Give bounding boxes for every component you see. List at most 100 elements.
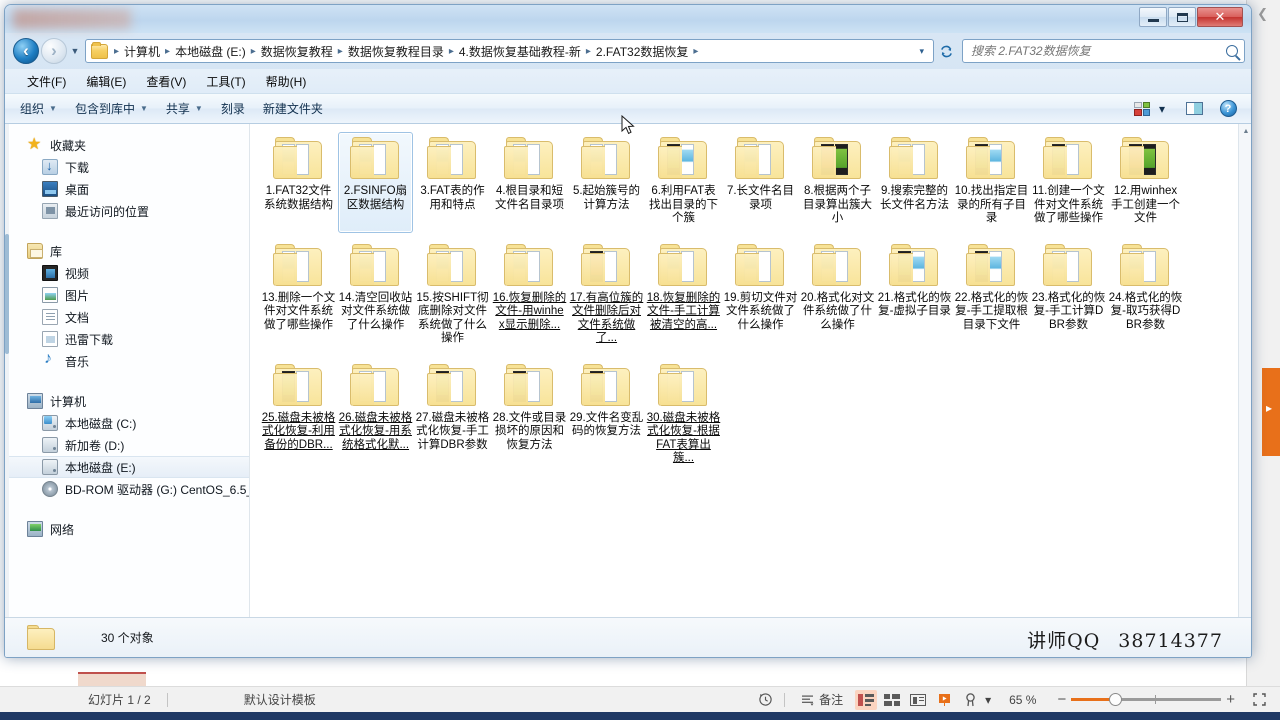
slide-sorter-icon[interactable] — [881, 690, 903, 710]
sidebar-item-pictures[interactable]: 图片 — [5, 284, 249, 306]
sidebar-item-drive-e[interactable]: 本地磁盘 (E:) — [5, 456, 249, 478]
file-tile[interactable]: 29.文件名变乱码的恢复方法 — [569, 359, 644, 473]
share-button[interactable]: 共享 ▼ — [157, 97, 212, 120]
help-icon[interactable]: ? — [1217, 99, 1239, 119]
file-tile[interactable]: 27.磁盘未被格式化恢复-手工计算DBR参数 — [415, 359, 490, 473]
new-folder-button[interactable]: 新建文件夹 — [254, 97, 332, 120]
menu-help[interactable]: 帮助(H) — [256, 71, 317, 92]
accessibility-icon[interactable] — [959, 690, 981, 710]
organize-button[interactable]: 组织 ▼ — [11, 97, 66, 120]
fit-to-window-icon[interactable] — [1248, 690, 1270, 710]
file-tile[interactable]: 11.创建一个文件对文件系统做了哪些操作 — [1031, 132, 1106, 233]
breadcrumb-item-1[interactable]: 本地磁盘 (E:) — [173, 43, 248, 60]
file-tile[interactable]: 2.FSINFO扇区数据结构 — [338, 132, 413, 233]
search-input[interactable] — [969, 43, 1226, 59]
file-tile[interactable]: 7.长文件名目录项 — [723, 132, 798, 233]
slide-thumbnail[interactable] — [78, 672, 146, 686]
breadcrumb-item-5[interactable]: 2.FAT32数据恢复 — [594, 43, 690, 60]
navpane-scrollbar[interactable] — [5, 124, 9, 619]
maximize-button[interactable] — [1168, 7, 1196, 27]
search-box[interactable] — [962, 39, 1245, 63]
sidebar-item-bdrom[interactable]: BD-ROM 驱动器 (G:) CentOS_6.5_ — [5, 478, 249, 500]
sidebar-item-drive-c[interactable]: 本地磁盘 (C:) — [5, 412, 249, 434]
forward-button[interactable]: › — [41, 38, 67, 64]
zoom-handle[interactable] — [1109, 693, 1123, 706]
file-tile[interactable]: 19.剪切文件对文件系统做了什么操作 — [723, 239, 798, 353]
file-list-pane[interactable]: 1.FAT32文件系统数据结构 2.FSINFO扇区数据结构 3.FAT表的作用和特… — [250, 124, 1251, 619]
address-bar[interactable]: ▸ 计算机 ▸ 本地磁盘 (E:) ▸ 数据恢复教程 ▸ 数据恢复教程目录 ▸ … — [85, 39, 934, 63]
undo-history-icon[interactable] — [754, 690, 776, 710]
menu-view[interactable]: 查看(V) — [136, 71, 196, 92]
preview-pane-icon[interactable] — [1183, 99, 1205, 119]
design-template-status[interactable]: 默认设计模板 — [234, 691, 326, 708]
reading-view-icon[interactable] — [907, 690, 929, 710]
file-tile[interactable]: 10.找出指定目录的所有子目录 — [954, 132, 1029, 233]
sidebar-item-computer[interactable]: 计算机 — [5, 390, 249, 412]
notes-button[interactable]: 备注 — [791, 691, 853, 708]
file-tile[interactable]: 17.有高位簇的文件删除后对文件系统做了... — [569, 239, 644, 353]
back-button[interactable]: ‹ — [13, 38, 39, 64]
file-tile[interactable]: 1.FAT32文件系统数据结构 — [261, 132, 336, 233]
breadcrumb-item-2[interactable]: 数据恢复教程 — [259, 43, 335, 60]
change-view-icon[interactable] — [1131, 99, 1153, 119]
sidebar-item-network[interactable]: 网络 — [5, 518, 249, 540]
file-tile[interactable]: 5.起始簇号的计算方法 — [569, 132, 644, 233]
file-tile[interactable]: 9.搜索完整的长文件名方法 — [877, 132, 952, 233]
breadcrumb-item-0[interactable]: 计算机 — [122, 43, 162, 60]
breadcrumb-separator-4[interactable]: ▸ — [446, 46, 457, 57]
sidebar-item-downloads[interactable]: 下载 — [5, 156, 249, 178]
file-tile[interactable]: 15.按SHIFT彻底删除对文件系统做了什么操作 — [415, 239, 490, 353]
file-tile[interactable]: 23.格式化的恢复-手工计算DBR参数 — [1031, 239, 1106, 353]
refresh-icon[interactable] — [934, 39, 958, 63]
file-tile[interactable]: 12.用winhex手工创建一个文件 — [1108, 132, 1183, 233]
breadcrumb-item-3[interactable]: 数据恢复教程目录 — [346, 43, 446, 60]
file-tile[interactable]: 25.磁盘未被格式化恢复-利用备份的DBR... — [261, 359, 336, 473]
breadcrumb-separator-1[interactable]: ▸ — [162, 46, 173, 57]
zoom-level-label[interactable]: 65 % — [999, 693, 1046, 707]
next-slide-button[interactable] — [1262, 368, 1280, 456]
zoom-in-button[interactable]: + — [1221, 691, 1240, 708]
window-title-bar[interactable]: ✕ — [5, 5, 1251, 33]
breadcrumb-separator-3[interactable]: ▸ — [335, 46, 346, 57]
file-tile[interactable]: 8.根据两个子目录算出簇大小 — [800, 132, 875, 233]
file-tile[interactable]: 20.格式化对文件系统做了什么操作 — [800, 239, 875, 353]
file-tile[interactable]: 24.格式化的恢复-取巧获得DBR参数 — [1108, 239, 1183, 353]
file-tile[interactable]: 3.FAT表的作用和特点 — [415, 132, 490, 233]
menu-file[interactable]: 文件(F) — [17, 71, 76, 92]
sidebar-item-videos[interactable]: 视频 — [5, 262, 249, 284]
sidebar-item-music[interactable]: 音乐 — [5, 350, 249, 372]
zoom-out-button[interactable]: − — [1052, 691, 1071, 708]
chevron-down-icon[interactable]: ▾ — [913, 46, 930, 57]
breadcrumb-separator-6[interactable]: ▸ — [690, 46, 701, 57]
file-tile[interactable]: 26.磁盘未被格式化恢复-用系统格式化默... — [338, 359, 413, 473]
breadcrumb-separator-2[interactable]: ▸ — [248, 46, 259, 57]
breadcrumb-separator-5[interactable]: ▸ — [583, 46, 594, 57]
file-tile[interactable]: 13.删除一个文件对文件系统做了哪些操作 — [261, 239, 336, 353]
file-tile[interactable]: 21.格式化的恢复-虚拟子目录 — [877, 239, 952, 353]
file-tile[interactable]: 22.格式化的恢复-手工提取根目录下文件 — [954, 239, 1029, 353]
collapse-chevron-icon[interactable]: ❮ — [1257, 6, 1268, 22]
sidebar-item-documents[interactable]: 文档 — [5, 306, 249, 328]
sidebar-item-recent-places[interactable]: 最近访问的位置 — [5, 200, 249, 222]
menu-tools[interactable]: 工具(T) — [196, 71, 255, 92]
scroll-up-arrow-icon[interactable]: ▲ — [1239, 124, 1251, 139]
zoom-track[interactable] — [1071, 693, 1222, 706]
slide-number-status[interactable]: 幻灯片 1 / 2 — [78, 691, 161, 708]
search-icon[interactable] — [1226, 45, 1238, 57]
file-tile[interactable]: 4.根目录和短文件名目录项 — [492, 132, 567, 233]
content-scrollbar[interactable]: ▲ — [1238, 124, 1251, 619]
sidebar-item-desktop[interactable]: 桌面 — [5, 178, 249, 200]
accessibility-caret-icon[interactable]: ▾ — [983, 693, 999, 707]
normal-view-icon[interactable] — [855, 689, 878, 710]
file-tile[interactable]: 28.文件或目录损坏的原因和恢复方法 — [492, 359, 567, 473]
view-dropdown-caret-icon[interactable]: ▾ — [1153, 99, 1171, 119]
recent-locations-button[interactable]: ▼ — [67, 46, 83, 56]
file-tile[interactable]: 18.恢复删除的文件-手工计算被清空的高... — [646, 239, 721, 353]
include-in-library-button[interactable]: 包含到库中 ▼ — [66, 97, 157, 120]
file-tile[interactable]: 6.利用FAT表找出目录的下个簇 — [646, 132, 721, 233]
breadcrumb-item-4[interactable]: 4.数据恢复基础教程-新 — [457, 43, 583, 60]
sidebar-item-drive-d[interactable]: 新加卷 (D:) — [5, 434, 249, 456]
sidebar-item-thunder-download[interactable]: 迅雷下载 — [5, 328, 249, 350]
slideshow-icon[interactable] — [933, 690, 955, 710]
close-button[interactable]: ✕ — [1197, 7, 1243, 27]
